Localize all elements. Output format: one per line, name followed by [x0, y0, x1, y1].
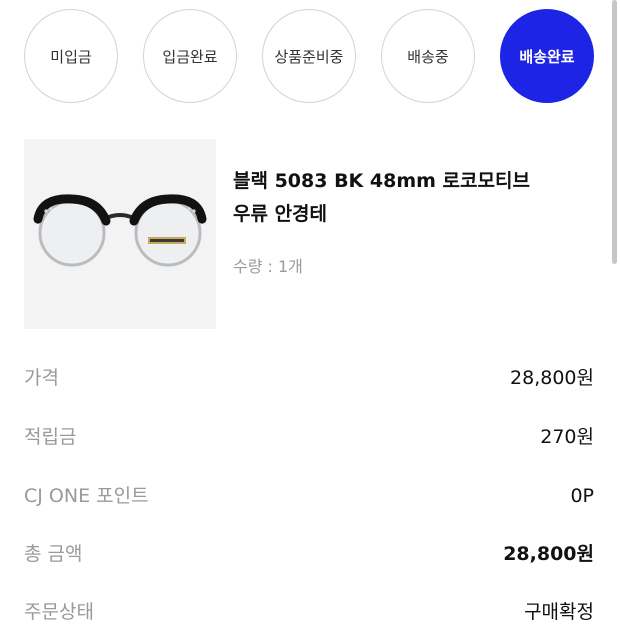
order-status-value: 구매확정 [524, 601, 594, 623]
price-value: 28,800원 [510, 367, 594, 389]
product-name-line1: 블랙 5083 BK 48mm 로코모티브 [233, 170, 530, 192]
product-quantity: 수량 : 1개 [233, 257, 303, 276]
total-amount-row: 총 금액 28,800원 [24, 539, 594, 569]
scrollbar[interactable] [612, 0, 617, 264]
reward-points-row: 적립금 270원 [24, 422, 594, 452]
order-status-row: 주문상태 구매확정 [24, 597, 594, 627]
price-label: 가격 [24, 367, 59, 389]
cj-one-points-row: CJ ONE 포인트 0P [24, 481, 594, 511]
product-card: 블랙 5083 BK 48mm 로코모티브 우류 안경테 수량 : 1개 [24, 139, 594, 329]
status-step-unpaid[interactable]: 미입금 [24, 9, 118, 103]
price-row: 가격 28,800원 [24, 363, 594, 393]
cj-one-points-label: CJ ONE 포인트 [24, 485, 149, 507]
product-thumbnail[interactable] [24, 139, 216, 329]
status-step-paid[interactable]: 입금완료 [143, 9, 237, 103]
total-amount-label: 총 금액 [24, 543, 83, 565]
status-step-shipping[interactable]: 배송중 [381, 9, 475, 103]
cj-one-points-value: 0P [570, 485, 594, 507]
status-step-delivered[interactable]: 배송완료 [500, 9, 594, 103]
order-status-label: 주문상태 [24, 601, 94, 623]
status-step-preparing[interactable]: 상품준비중 [262, 9, 356, 103]
eyeglasses-icon [33, 194, 207, 267]
product-name-line2: 우류 안경테 [233, 203, 328, 225]
order-status-steps: 미입금 입금완료 상품준비중 배송중 배송완료 [24, 9, 594, 105]
reward-points-label: 적립금 [24, 426, 77, 448]
total-amount-value: 28,800원 [503, 543, 594, 565]
product-name[interactable]: 블랙 5083 BK 48mm 로코모티브 우류 안경테 [233, 165, 583, 231]
reward-points-value: 270원 [540, 426, 594, 448]
